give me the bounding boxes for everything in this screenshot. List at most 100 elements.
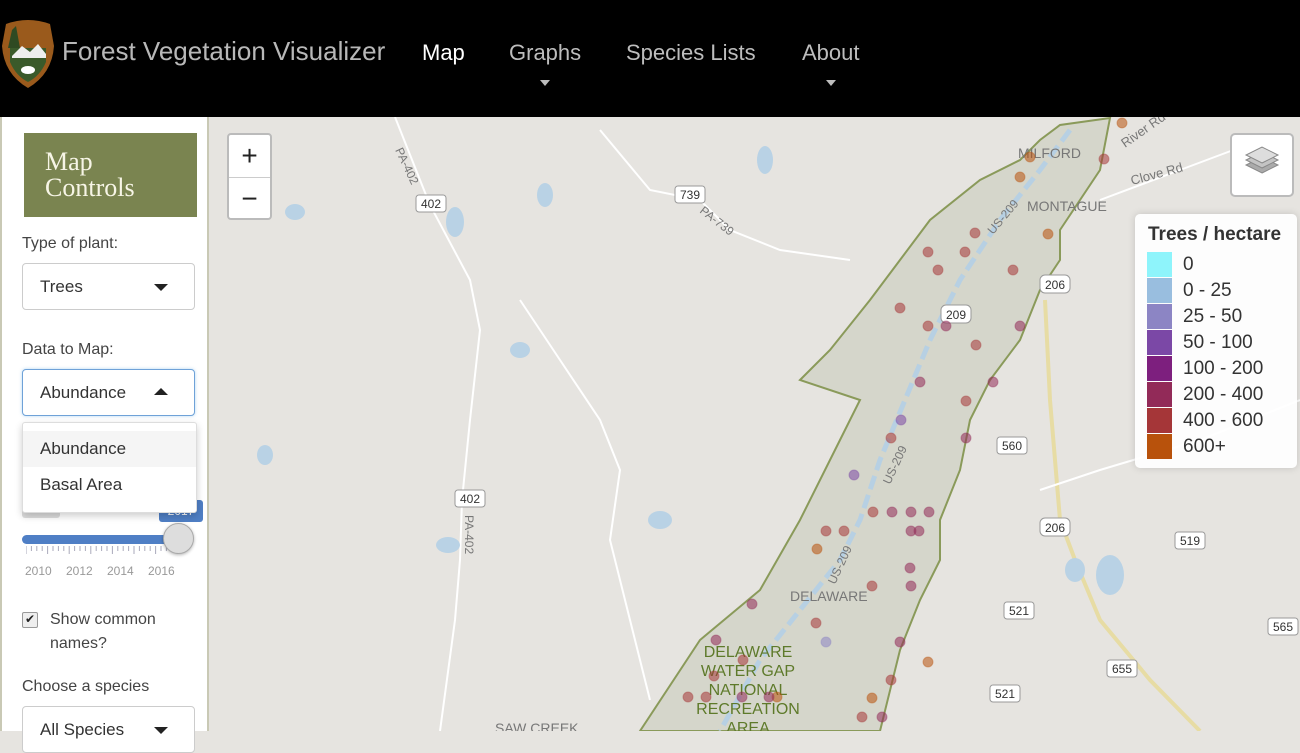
app-title[interactable]: Forest Vegetation Visualizer bbox=[62, 36, 385, 67]
plot-marker[interactable] bbox=[940, 320, 952, 332]
map-legend: Trees / hectare 0 0 - 25 25 - 50 50 - 100 10… bbox=[1135, 214, 1297, 468]
species-value: All Species bbox=[40, 720, 125, 739]
road-shield-565: 565 bbox=[1273, 620, 1293, 634]
plot-marker[interactable] bbox=[923, 506, 935, 518]
plot-marker[interactable] bbox=[867, 506, 879, 518]
year-slider-track[interactable] bbox=[22, 535, 182, 544]
data-to-map-select[interactable]: Abundance bbox=[22, 369, 195, 416]
road-shield-402: 402 bbox=[421, 197, 441, 211]
plot-marker[interactable] bbox=[708, 670, 720, 682]
plot-marker[interactable] bbox=[737, 654, 749, 666]
plot-marker[interactable] bbox=[1014, 171, 1026, 183]
legend-label: 600+ bbox=[1183, 436, 1226, 457]
plot-marker[interactable] bbox=[763, 691, 775, 703]
caret-down-icon bbox=[825, 80, 836, 86]
plot-marker[interactable] bbox=[820, 525, 832, 537]
plot-marker[interactable] bbox=[922, 246, 934, 258]
year-slider-handle[interactable] bbox=[163, 523, 194, 554]
plot-marker[interactable] bbox=[960, 432, 972, 444]
plot-marker[interactable] bbox=[866, 692, 878, 704]
plot-marker[interactable] bbox=[1116, 117, 1128, 129]
nav-map[interactable]: Map bbox=[422, 40, 465, 66]
dropdown-option-abundance[interactable]: Abundance bbox=[23, 431, 196, 467]
legend-swatch bbox=[1147, 330, 1172, 355]
plot-marker[interactable] bbox=[959, 246, 971, 258]
plot-marker[interactable] bbox=[710, 634, 722, 646]
nav-about[interactable]: About bbox=[802, 40, 860, 86]
plot-marker[interactable] bbox=[838, 525, 850, 537]
zoom-in-button[interactable]: + bbox=[229, 135, 270, 178]
road-label-pa-739: PA-739 bbox=[697, 203, 737, 238]
plot-marker[interactable] bbox=[904, 562, 916, 574]
data-to-map-value: Abundance bbox=[40, 383, 127, 402]
nav-map-label: Map bbox=[422, 40, 465, 65]
tick-label: 2012 bbox=[66, 564, 93, 578]
legend-swatch bbox=[1147, 356, 1172, 381]
legend-swatch bbox=[1147, 382, 1172, 407]
plot-marker[interactable] bbox=[913, 525, 925, 537]
plot-marker[interactable] bbox=[876, 711, 888, 723]
plot-marker[interactable] bbox=[885, 432, 897, 444]
plot-marker[interactable] bbox=[820, 636, 832, 648]
plot-marker[interactable] bbox=[970, 339, 982, 351]
plot-marker[interactable] bbox=[905, 506, 917, 518]
plot-marker[interactable] bbox=[682, 691, 694, 703]
road-label-pa-402b: PA-402 bbox=[462, 515, 476, 554]
plot-marker[interactable] bbox=[811, 543, 823, 555]
plot-marker[interactable] bbox=[969, 227, 981, 239]
road-shield-206b: 206 bbox=[1045, 521, 1065, 535]
nps-logo-icon[interactable] bbox=[0, 18, 56, 90]
plot-marker[interactable] bbox=[932, 264, 944, 276]
plot-marker[interactable] bbox=[1024, 151, 1036, 163]
species-label: Choose a species bbox=[22, 678, 150, 695]
plot-marker[interactable] bbox=[922, 320, 934, 332]
legend-label: 50 - 100 bbox=[1183, 332, 1253, 353]
plot-marker[interactable] bbox=[848, 469, 860, 481]
svg-text:AREA: AREA bbox=[726, 720, 770, 731]
layers-button[interactable] bbox=[1230, 133, 1294, 197]
plot-marker[interactable] bbox=[736, 691, 748, 703]
legend-label: 25 - 50 bbox=[1183, 306, 1243, 327]
place-label-saw-creek: SAW CREEK bbox=[495, 720, 579, 731]
plot-marker[interactable] bbox=[960, 395, 972, 407]
plot-marker[interactable] bbox=[856, 711, 868, 723]
plot-marker[interactable] bbox=[894, 302, 906, 314]
road-shield-402b: 402 bbox=[460, 492, 480, 506]
legend-swatch bbox=[1147, 278, 1172, 303]
plot-marker[interactable] bbox=[922, 656, 934, 668]
dropdown-option-basal-area[interactable]: Basal Area bbox=[23, 467, 196, 503]
plot-marker[interactable] bbox=[914, 376, 926, 388]
plot-marker[interactable] bbox=[700, 691, 712, 703]
title-line-1: Map bbox=[45, 147, 93, 176]
plot-marker[interactable] bbox=[885, 674, 897, 686]
layers-icon bbox=[1244, 146, 1280, 174]
plot-marker[interactable] bbox=[1007, 264, 1019, 276]
plant-type-select[interactable]: Trees bbox=[22, 263, 195, 310]
plot-marker[interactable] bbox=[905, 580, 917, 592]
road-shield-521b: 521 bbox=[995, 687, 1015, 701]
road-shield-739: 739 bbox=[680, 188, 700, 202]
plot-marker[interactable] bbox=[810, 617, 822, 629]
legend-swatch bbox=[1147, 434, 1172, 459]
nav-graphs[interactable]: Graphs bbox=[509, 40, 582, 86]
plot-marker[interactable] bbox=[866, 580, 878, 592]
plot-marker[interactable] bbox=[746, 598, 758, 610]
legend-title: Trees / hectare bbox=[1148, 224, 1282, 245]
tick-label: 2010 bbox=[25, 564, 52, 578]
legend-swatch bbox=[1147, 304, 1172, 329]
plot-marker[interactable] bbox=[895, 414, 907, 426]
plot-marker[interactable] bbox=[894, 636, 906, 648]
road-label-pa-402: PA-402 bbox=[392, 145, 421, 187]
plot-marker[interactable] bbox=[1042, 228, 1054, 240]
road-shield-519: 519 bbox=[1180, 534, 1200, 548]
place-label-delaware: DELAWARE bbox=[790, 588, 868, 604]
zoom-out-button[interactable]: − bbox=[229, 178, 270, 220]
plot-marker[interactable] bbox=[1098, 153, 1110, 165]
species-select[interactable]: All Species bbox=[22, 706, 195, 753]
plot-marker[interactable] bbox=[886, 506, 898, 518]
nav-graphs-label: Graphs bbox=[509, 40, 582, 65]
common-names-checkbox[interactable]: ✔ bbox=[22, 612, 38, 628]
plot-marker[interactable] bbox=[1014, 320, 1026, 332]
plot-marker[interactable] bbox=[987, 376, 999, 388]
nav-species-lists[interactable]: Species Lists bbox=[626, 40, 756, 66]
